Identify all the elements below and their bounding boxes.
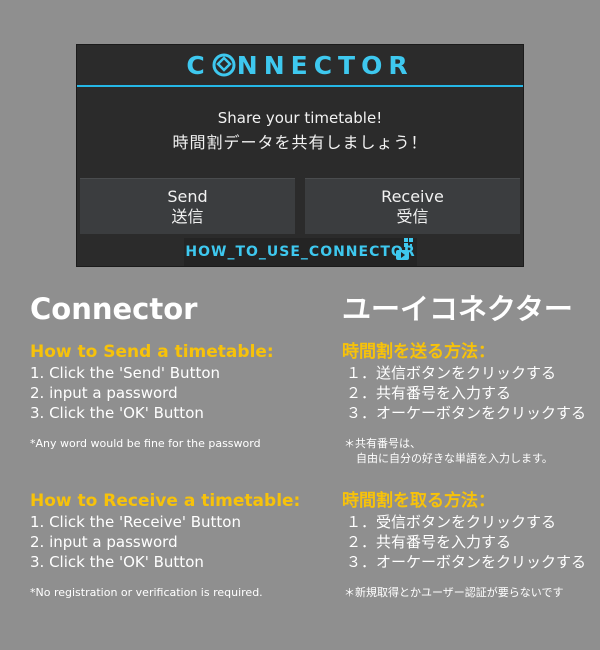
send-steps-jp: １．送信ボタンをクリックする ２．共有番号を入力する ３．オーケーボタンをクリッ…	[342, 363, 592, 423]
send-label-en: Send	[167, 187, 208, 206]
receive-note-jp: ＊新規取得とかユーザー認証が要らないです	[344, 586, 564, 599]
receive-heading-jp: 時間割を取る方法：	[342, 491, 495, 511]
list-item: 2. input a password	[30, 533, 178, 551]
receive-heading-en: How to Receive a timetable:	[30, 491, 301, 511]
receive-steps-jp: １．受信ボタンをクリックする ２．共有番号を入力する ３．オーケーボタンをクリッ…	[342, 512, 592, 572]
message-en: Share your timetable!	[217, 109, 383, 127]
list-item: ２．共有番号を入力する	[346, 384, 512, 402]
japanese-title: ユーイコネクター	[342, 292, 573, 326]
send-note-jp-line2: 自由に自分の好きな単語を入力します。	[356, 452, 553, 465]
receive-note-en: *No registration or verification is requ…	[30, 586, 263, 599]
share-dialog: C NNECTOR Share your timetable! 時間割データを共…	[76, 44, 524, 267]
send-note-en: *Any word would be fine for the password	[30, 437, 261, 450]
list-item: 3. Click the 'OK' Button	[30, 553, 204, 571]
send-button[interactable]: Send 送信	[80, 178, 295, 234]
send-note-jp-line1: ＊共有番号は、	[344, 437, 421, 450]
send-heading-jp: 時間割を送る方法：	[342, 342, 495, 362]
english-title: Connector	[30, 292, 198, 326]
send-note-jp: ＊共有番号は、 自由に自分の好きな単語を入力します。	[342, 436, 592, 466]
send-steps-en: 1. Click the 'Send' Button 2. input a pa…	[30, 363, 320, 423]
receive-label-en: Receive	[381, 187, 444, 206]
receive-button[interactable]: Receive 受信	[305, 178, 520, 234]
list-item: 1. Click the 'Send' Button	[30, 364, 221, 382]
qr-code-icon	[404, 238, 413, 247]
app-logo: C NNECTOR	[186, 50, 414, 80]
send-label-jp: 送信	[171, 207, 204, 226]
how-to-use-banner[interactable]: HOW_TO_USE_CONNECTOR	[184, 238, 417, 266]
japanese-instructions: ユーイコネクター 時間割を送る方法： １．送信ボタンをクリックする ２．共有番号…	[342, 290, 592, 600]
list-item: ２．共有番号を入力する	[346, 533, 512, 551]
list-item: 1. Click the 'Receive' Button	[30, 513, 241, 531]
list-item: １．受信ボタンをクリックする	[346, 513, 557, 531]
receive-label-jp: 受信	[396, 207, 429, 226]
list-item: ３．オーケーボタンをクリックする	[346, 404, 587, 422]
video-play-icon	[396, 250, 409, 260]
list-item: １．送信ボタンをクリックする	[346, 364, 557, 382]
english-instructions: Connector How to Send a timetable: 1. Cl…	[30, 290, 320, 600]
receive-steps-en: 1. Click the 'Receive' Button 2. input a…	[30, 512, 320, 572]
list-item: 2. input a password	[30, 384, 178, 402]
action-buttons: Send 送信 Receive 受信	[80, 178, 520, 234]
send-heading-en: How to Send a timetable:	[30, 342, 274, 362]
banner-text: HOW_TO_USE_CONNECTOR	[185, 244, 416, 260]
connector-logo-icon	[212, 53, 236, 77]
message-jp: 時間割データを共有しましょう！	[172, 133, 428, 152]
dialog-header: C NNECTOR	[77, 45, 523, 87]
share-message: Share your timetable! 時間割データを共有しましょう！	[77, 109, 523, 153]
list-item: ３．オーケーボタンをクリックする	[346, 553, 587, 571]
list-item: 3. Click the 'OK' Button	[30, 404, 204, 422]
